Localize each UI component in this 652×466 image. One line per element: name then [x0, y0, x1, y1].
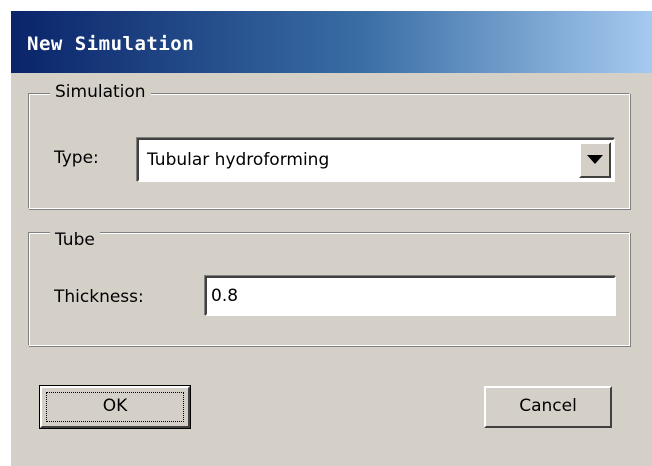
simulation-group-legend: Simulation: [50, 82, 151, 102]
window-title: New Simulation: [27, 33, 195, 55]
simulation-type-select[interactable]: Tubular hydroforming: [137, 138, 615, 182]
simulation-type-value: Tubular hydroforming: [147, 150, 330, 170]
ok-button-label: OK: [102, 396, 128, 416]
dropdown-button[interactable]: [579, 142, 611, 178]
ok-button[interactable]: OK: [39, 385, 191, 429]
type-label: Type:: [54, 148, 99, 168]
cancel-button-label: Cancel: [519, 396, 577, 416]
chevron-down-icon: [587, 155, 603, 164]
title-bar[interactable]: New Simulation: [11, 11, 652, 73]
thickness-label: Thickness:: [54, 287, 144, 307]
tube-group-legend: Tube: [50, 230, 100, 250]
thickness-input[interactable]: [205, 276, 616, 316]
cancel-button[interactable]: Cancel: [484, 386, 612, 428]
